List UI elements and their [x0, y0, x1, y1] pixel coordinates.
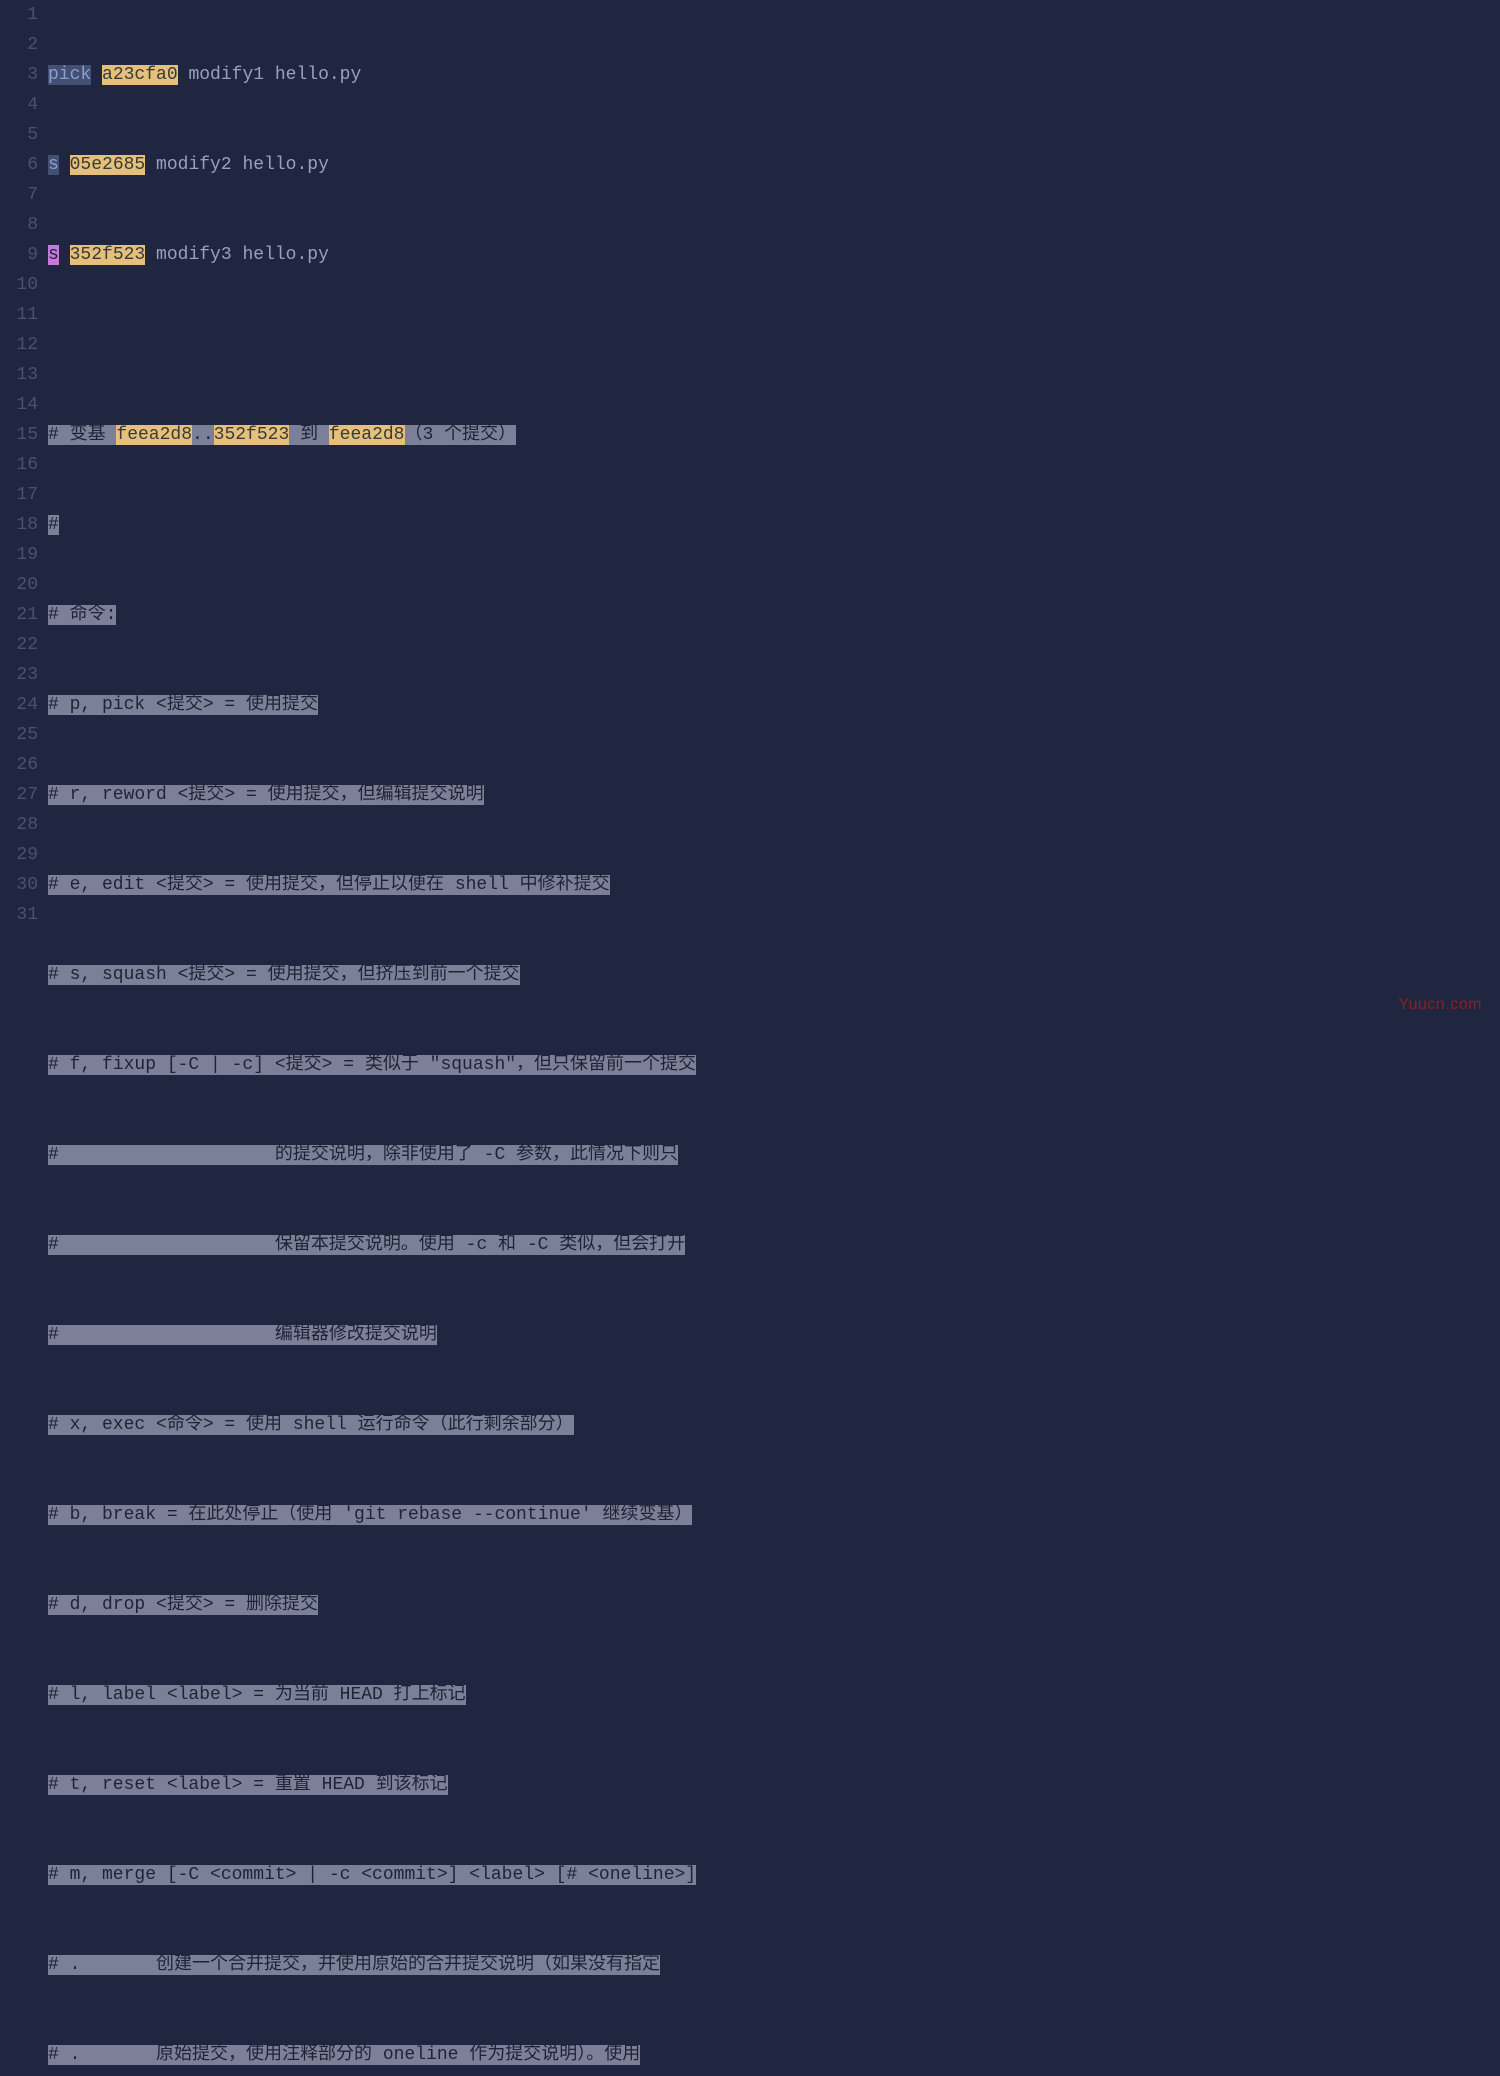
comment-line[interactable]: # e, edit <提交> = 使用提交，但停止以便在 shell 中修补提交	[48, 870, 1500, 900]
line-number: 18	[0, 510, 38, 540]
cursor: s	[48, 245, 59, 265]
comment-line[interactable]: # t, reset <label> = 重置 HEAD 到该标记	[48, 1770, 1500, 1800]
comment-line[interactable]: # r, reword <提交> = 使用提交，但编辑提交说明	[48, 780, 1500, 810]
commit-message: modify1 hello.py	[178, 65, 362, 85]
comment-line[interactable]: # s, squash <提交> = 使用提交，但挤压到前一个提交	[48, 960, 1500, 990]
comment-line[interactable]: # b, break = 在此处停止（使用 'git rebase --cont…	[48, 1500, 1500, 1530]
comment-line[interactable]: # 编辑器修改提交说明	[48, 1320, 1500, 1350]
line-number: 28	[0, 810, 38, 840]
comment-line[interactable]: # 变基 feea2d8..352f523 到 feea2d8（3 个提交）	[48, 420, 1500, 450]
comment-line[interactable]: # 保留本提交说明。使用 -c 和 -C 类似，但会打开	[48, 1230, 1500, 1260]
line-number: 19	[0, 540, 38, 570]
line-number: 15	[0, 420, 38, 450]
line-number: 27	[0, 780, 38, 810]
line-number: 20	[0, 570, 38, 600]
line-number: 4	[0, 90, 38, 120]
editor[interactable]: 1234567891011121314151617181920212223242…	[0, 0, 1500, 2076]
comment-line[interactable]: # f, fixup [-C | -c] <提交> = 类似于 "squash"…	[48, 1050, 1500, 1080]
line-number: 17	[0, 480, 38, 510]
line-number: 9	[0, 240, 38, 270]
commit-hash: a23cfa0	[102, 65, 178, 85]
comment-line[interactable]: # d, drop <提交> = 删除提交	[48, 1590, 1500, 1620]
line-number: 7	[0, 180, 38, 210]
line-number: 25	[0, 720, 38, 750]
line-number: 10	[0, 270, 38, 300]
line-number: 23	[0, 660, 38, 690]
line-number: 12	[0, 330, 38, 360]
squash-command: s	[48, 155, 59, 175]
line-number: 11	[0, 300, 38, 330]
line-number: 2	[0, 30, 38, 60]
comment-line[interactable]: # x, exec <命令> = 使用 shell 运行命令（此行剩余部分）	[48, 1410, 1500, 1440]
comment-line[interactable]: #	[48, 510, 1500, 540]
comment-line[interactable]: # 命令:	[48, 600, 1500, 630]
watermark: Yuucn.com	[1398, 990, 1482, 1020]
rebase-line-2[interactable]: s 05e2685 modify2 hello.py	[48, 150, 1500, 180]
code-area[interactable]: pick a23cfa0 modify1 hello.py s 05e2685 …	[48, 0, 1500, 2076]
rebase-line-3[interactable]: s 352f523 modify3 hello.py	[48, 240, 1500, 270]
line-number: 14	[0, 390, 38, 420]
comment-line[interactable]: # m, merge [-C <commit> | -c <commit>] <…	[48, 1860, 1500, 1890]
commit-hash: 352f523	[70, 245, 146, 265]
line-number: 22	[0, 630, 38, 660]
empty-line[interactable]	[48, 330, 1500, 360]
comment-line[interactable]: # . 创建一个合并提交，并使用原始的合并提交说明（如果没有指定	[48, 1950, 1500, 1980]
line-number: 5	[0, 120, 38, 150]
line-number: 29	[0, 840, 38, 870]
commit-message: modify3 hello.py	[145, 245, 329, 265]
line-number: 31	[0, 900, 38, 930]
line-number: 3	[0, 60, 38, 90]
comment-line[interactable]: # p, pick <提交> = 使用提交	[48, 690, 1500, 720]
line-number: 13	[0, 360, 38, 390]
line-number: 26	[0, 750, 38, 780]
line-number: 21	[0, 600, 38, 630]
line-number: 1	[0, 0, 38, 30]
rebase-line-1[interactable]: pick a23cfa0 modify1 hello.py	[48, 60, 1500, 90]
comment-line[interactable]: # . 原始提交，使用注释部分的 oneline 作为提交说明）。使用	[48, 2040, 1500, 2070]
commit-hash: 05e2685	[70, 155, 146, 175]
line-number: 30	[0, 870, 38, 900]
commit-message: modify2 hello.py	[145, 155, 329, 175]
line-number: 16	[0, 450, 38, 480]
line-number: 8	[0, 210, 38, 240]
line-number: 6	[0, 150, 38, 180]
comment-line[interactable]: # l, label <label> = 为当前 HEAD 打上标记	[48, 1680, 1500, 1710]
comment-line[interactable]: # 的提交说明，除非使用了 -C 参数，此情况下则只	[48, 1140, 1500, 1170]
pick-command: pick	[48, 65, 91, 85]
line-number: 24	[0, 690, 38, 720]
line-gutter: 1234567891011121314151617181920212223242…	[0, 0, 48, 2076]
